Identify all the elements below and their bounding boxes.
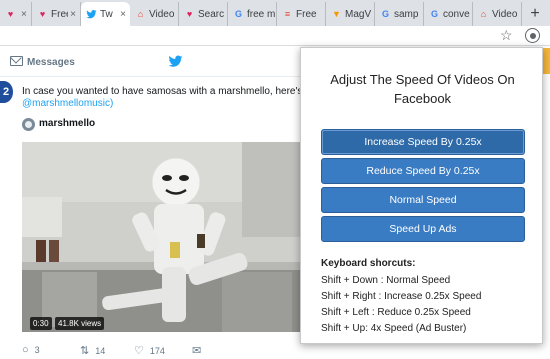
like-button[interactable]: ♡ 174: [134, 344, 165, 357]
tab-title: Searc: [198, 8, 225, 20]
tweet-actions: ○ 3 ⇅ 14 ♡ 174 ✉: [22, 344, 302, 359]
reply-button[interactable]: ○ 3: [22, 344, 40, 356]
tab-strip: ♥ × ♥ Free V × Tw × ⌂ Video ♥ Searc G fr…: [0, 0, 550, 26]
bookmark-star-icon[interactable]: ☆: [500, 27, 513, 44]
tab-4[interactable]: ⌂ Video: [130, 2, 179, 26]
twitter-icon: [86, 9, 97, 20]
tab-title: conve: [443, 8, 470, 20]
tab-title: MagV: [345, 8, 372, 20]
close-icon[interactable]: ×: [70, 9, 76, 20]
author-avatar[interactable]: [22, 118, 35, 131]
stack-icon: ≡: [284, 8, 291, 19]
reply-count: 3: [34, 345, 40, 355]
mail-icon[interactable]: [10, 56, 23, 66]
divider: [0, 76, 310, 77]
google-icon: G: [381, 8, 389, 19]
shortcut-item: Shift + Up: 4x Speed (Ad Buster): [321, 323, 467, 334]
messages-link[interactable]: Messages: [27, 57, 75, 68]
like-count: 174: [149, 345, 165, 356]
video-frame-image: [22, 142, 310, 332]
tab-1[interactable]: ♥ ×: [0, 2, 32, 26]
extension-popup: Adjust The Speed Of Videos On Facebook I…: [300, 47, 543, 344]
normal-speed-button[interactable]: Normal Speed: [321, 187, 525, 213]
share-icon: ✉: [192, 345, 202, 357]
tab-title: Free: [296, 8, 317, 20]
avatar[interactable]: 2: [0, 81, 13, 103]
tab-5[interactable]: ♥ Searc: [179, 2, 228, 26]
shortcut-item: Shift + Down : Normal Speed: [321, 275, 451, 286]
retweet-button[interactable]: ⇅ 14: [80, 344, 105, 357]
video-player[interactable]: [22, 142, 310, 332]
google-icon: G: [234, 8, 242, 19]
tab-title: Video: [149, 8, 175, 20]
tab-title: Video: [492, 8, 518, 20]
share-button[interactable]: ✉: [192, 344, 207, 357]
heart-icon: ♥: [39, 8, 46, 19]
twitter-header: Messages: [0, 55, 310, 75]
tab-10[interactable]: G conve: [424, 2, 473, 26]
tab-7[interactable]: ≡ Free: [277, 2, 326, 26]
video-views: 41.8K views: [55, 317, 105, 330]
side-extension-tab[interactable]: [543, 48, 550, 74]
close-icon[interactable]: ×: [120, 9, 126, 20]
tab-title: Tw: [100, 8, 113, 20]
tab-title: samp: [394, 8, 419, 20]
popup-title: Adjust The Speed Of Videos On Facebook: [330, 72, 515, 106]
tweet-text: In case you wanted to have samosas with …: [22, 86, 312, 97]
shortcut-item: Shift + Right : Increase 0.25x Speed: [321, 291, 482, 302]
close-icon[interactable]: ×: [21, 9, 27, 20]
reply-icon: ○: [22, 344, 29, 356]
tab-title: Free V: [51, 8, 68, 20]
tab-9[interactable]: G samp: [375, 2, 424, 26]
shortcuts-heading: Keyboard shorcuts:: [321, 258, 416, 269]
tab-6[interactable]: G free m: [228, 2, 277, 26]
extension-icon[interactable]: [525, 28, 540, 43]
video-duration: 0:30: [30, 317, 52, 330]
mention-link[interactable]: @marshmellomusic): [22, 98, 113, 109]
shortcut-item: Shift + Left : Reduce 0.25x Speed: [321, 307, 471, 318]
tab-2[interactable]: ♥ Free V ×: [32, 2, 81, 26]
book-icon: ⌂: [480, 8, 487, 19]
heart-icon: ♥: [7, 8, 14, 19]
tab-active-twitter[interactable]: Tw ×: [81, 2, 130, 26]
browser-toolbar: ☆: [0, 26, 550, 46]
tab-8[interactable]: ▼ MagV: [326, 2, 375, 26]
tab-11[interactable]: ⌂ Video: [473, 2, 522, 26]
twitter-bird-icon[interactable]: [168, 55, 183, 68]
google-icon: G: [430, 8, 438, 19]
retweet-count: 14: [95, 345, 106, 356]
retweet-icon: ⇅: [80, 345, 90, 357]
increase-speed-button[interactable]: Increase Speed By 0.25x: [321, 129, 525, 155]
tab-title: free m: [247, 8, 276, 20]
author-name[interactable]: marshmello: [39, 118, 95, 129]
like-icon: ♡: [134, 345, 144, 357]
new-tab-button[interactable]: +: [522, 2, 548, 26]
extension-icon-dot: [529, 32, 536, 39]
speed-up-ads-button[interactable]: Speed Up Ads: [321, 216, 525, 242]
reduce-speed-button[interactable]: Reduce Speed By 0.25x: [321, 158, 525, 184]
book-icon: ⌂: [137, 8, 144, 19]
mag-icon: ▼: [332, 8, 341, 19]
heart-icon: ♥: [186, 8, 193, 19]
